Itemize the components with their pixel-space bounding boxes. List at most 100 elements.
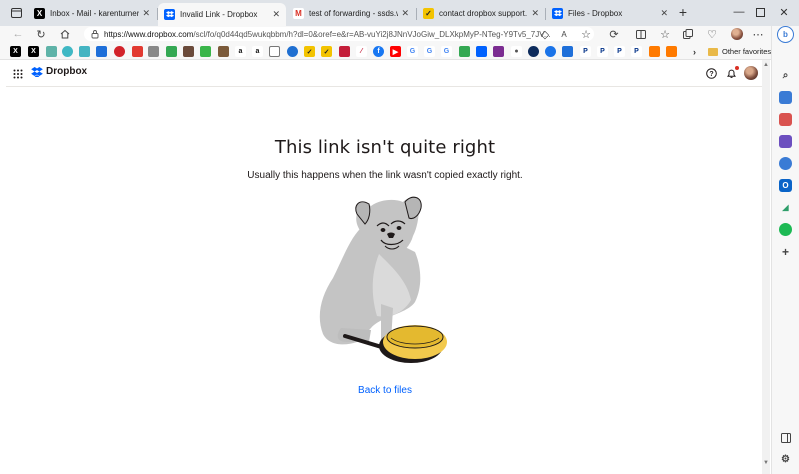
microsoft-365-icon[interactable] bbox=[779, 157, 792, 170]
gmail-icon: M bbox=[293, 8, 304, 19]
x-icon[interactable]: X bbox=[28, 46, 39, 57]
address-bar[interactable]: https://www.dropbox.com/scl/fo/q0d44qd5w… bbox=[84, 27, 594, 41]
bookmark-icon[interactable] bbox=[114, 46, 125, 57]
refresh-icon[interactable]: ↻ bbox=[33, 26, 49, 42]
add-icon[interactable]: + bbox=[779, 245, 792, 259]
bookmark-icon[interactable] bbox=[649, 46, 660, 57]
paypal-icon[interactable]: P bbox=[580, 46, 591, 57]
norton-icon: ✓ bbox=[423, 8, 434, 19]
tab-files-dropbox[interactable]: Files - Dropbox ✕ bbox=[546, 3, 674, 24]
bookmark-icon[interactable] bbox=[183, 46, 194, 57]
gear-icon[interactable]: ⚙ bbox=[779, 453, 792, 466]
close-tab-icon[interactable]: ✕ bbox=[401, 8, 409, 19]
profile-avatar-icon[interactable] bbox=[729, 26, 745, 42]
bookmark-icon[interactable] bbox=[562, 46, 573, 57]
dropbox-icon bbox=[31, 66, 43, 77]
bookmark-icon[interactable] bbox=[148, 46, 159, 57]
brand-name: Dropbox bbox=[46, 66, 88, 77]
bell-icon[interactable] bbox=[725, 66, 739, 80]
shield-icon[interactable] bbox=[79, 46, 90, 57]
facebook-icon[interactable]: f bbox=[373, 46, 384, 57]
tab-invalid-link-dropbox[interactable]: Invalid Link - Dropbox ✕ bbox=[158, 3, 286, 26]
drive-icon[interactable] bbox=[459, 46, 470, 57]
paypal-icon[interactable]: P bbox=[631, 46, 642, 57]
other-favorites-folder[interactable]: Other favorites bbox=[708, 45, 771, 58]
amazon-icon[interactable]: a bbox=[252, 46, 263, 57]
bookmark-icon[interactable] bbox=[666, 46, 677, 57]
x-icon[interactable]: X bbox=[10, 46, 21, 57]
outlook-icon[interactable]: O bbox=[779, 179, 792, 192]
favorite-star-icon[interactable]: ☆ bbox=[578, 26, 594, 42]
bookmark-icon[interactable] bbox=[287, 46, 298, 57]
google-icon[interactable]: G bbox=[407, 46, 418, 57]
sidebar-layout-icon[interactable] bbox=[779, 431, 792, 444]
bookmark-icon[interactable] bbox=[200, 46, 211, 57]
minimize-icon[interactable]: — bbox=[729, 3, 749, 21]
read-aloud-icon[interactable]: A bbox=[556, 26, 572, 42]
paypal-icon[interactable]: P bbox=[597, 46, 608, 57]
bookmark-icon[interactable] bbox=[339, 46, 350, 57]
lock-icon[interactable] bbox=[90, 29, 100, 39]
apple-icon[interactable]: ● bbox=[511, 46, 522, 57]
bookmark-icon[interactable] bbox=[96, 46, 107, 57]
search-icon[interactable]: ⌕ bbox=[779, 69, 792, 82]
browser-essentials-icon[interactable]: ♡ bbox=[704, 26, 720, 42]
back-arrow-icon[interactable]: ← bbox=[10, 26, 26, 42]
spotify-icon[interactable] bbox=[779, 223, 792, 236]
chevron-right-icon[interactable]: › bbox=[689, 46, 700, 57]
scroll-down-icon[interactable]: ▼ bbox=[763, 460, 769, 466]
bookmark-icon[interactable] bbox=[545, 46, 556, 57]
paypal-icon[interactable]: P bbox=[614, 46, 625, 57]
bookmark-icon[interactable] bbox=[166, 46, 177, 57]
tag-icon[interactable]: ◇ bbox=[537, 26, 553, 42]
tab-inbox-mail[interactable]: X Inbox - Mail - karenturner@com ✕ bbox=[28, 3, 156, 24]
url-path: /scl/fo/q0d44qd5wukqbbm/h?dl=0&oref=e&r=… bbox=[193, 29, 551, 39]
bookmark-icon[interactable] bbox=[132, 46, 143, 57]
new-tab-button[interactable]: + bbox=[673, 3, 693, 21]
bookmark-icon[interactable]: ⁄ bbox=[356, 46, 367, 57]
norton-icon[interactable]: ✓ bbox=[321, 46, 332, 57]
back-to-files-link[interactable]: Back to files bbox=[6, 385, 764, 396]
games-icon[interactable] bbox=[779, 135, 792, 148]
close-tab-icon[interactable]: ✕ bbox=[531, 8, 539, 19]
bookmark-icon[interactable] bbox=[46, 46, 57, 57]
dropbox-logo[interactable]: Dropbox bbox=[31, 66, 87, 77]
dropbox-icon[interactable] bbox=[476, 46, 487, 57]
amazon-icon[interactable]: a bbox=[235, 46, 246, 57]
avatar[interactable] bbox=[744, 66, 758, 80]
collections-icon[interactable] bbox=[680, 26, 696, 42]
maximize-icon[interactable] bbox=[750, 3, 770, 21]
tab-test-of-forwarding[interactable]: M test of forwarding - ssds.webma ✕ bbox=[287, 3, 415, 24]
home-icon[interactable] bbox=[57, 26, 73, 42]
more-menu-icon[interactable]: ⋯ bbox=[750, 26, 766, 42]
bookmark-icon[interactable] bbox=[493, 46, 504, 57]
dropbox-header: Dropbox ? bbox=[6, 60, 770, 87]
copilot-icon[interactable]: b bbox=[777, 26, 794, 43]
document-icon[interactable] bbox=[269, 46, 280, 57]
toolbox-icon[interactable] bbox=[779, 113, 792, 126]
bookmark-icon[interactable] bbox=[218, 46, 229, 57]
dropbox-icon bbox=[552, 8, 563, 19]
split-screen-icon[interactable] bbox=[633, 26, 649, 42]
close-tab-icon[interactable]: ✕ bbox=[272, 9, 280, 20]
help-icon[interactable]: ? bbox=[705, 67, 718, 80]
close-window-icon[interactable]: ✕ bbox=[774, 3, 794, 21]
extension-icon[interactable]: ⟳ bbox=[606, 26, 622, 42]
google-icon[interactable]: G bbox=[424, 46, 435, 57]
bookmark-icon[interactable] bbox=[528, 46, 539, 57]
scroll-up-icon[interactable]: ▲ bbox=[763, 62, 769, 68]
tab-actions-icon[interactable] bbox=[6, 4, 26, 22]
favorites-icon[interactable]: ☆ bbox=[657, 26, 673, 42]
google-icon[interactable]: G bbox=[441, 46, 452, 57]
page-scrollbar[interactable]: ▲ ▼ bbox=[762, 60, 770, 474]
app-grid-icon[interactable] bbox=[13, 69, 23, 79]
youtube-icon[interactable]: ▶ bbox=[390, 46, 401, 57]
shopping-tag-icon[interactable] bbox=[779, 91, 792, 104]
bookmark-icon[interactable] bbox=[62, 46, 73, 57]
close-tab-icon[interactable]: ✕ bbox=[660, 8, 668, 19]
designer-icon[interactable]: ◢ bbox=[779, 201, 792, 214]
norton-icon[interactable]: ✓ bbox=[304, 46, 315, 57]
dropbox-icon bbox=[164, 9, 175, 20]
close-tab-icon[interactable]: ✕ bbox=[142, 8, 150, 19]
tab-contact-dropbox-support[interactable]: ✓ contact dropbox support. Norto ✕ bbox=[417, 3, 545, 24]
